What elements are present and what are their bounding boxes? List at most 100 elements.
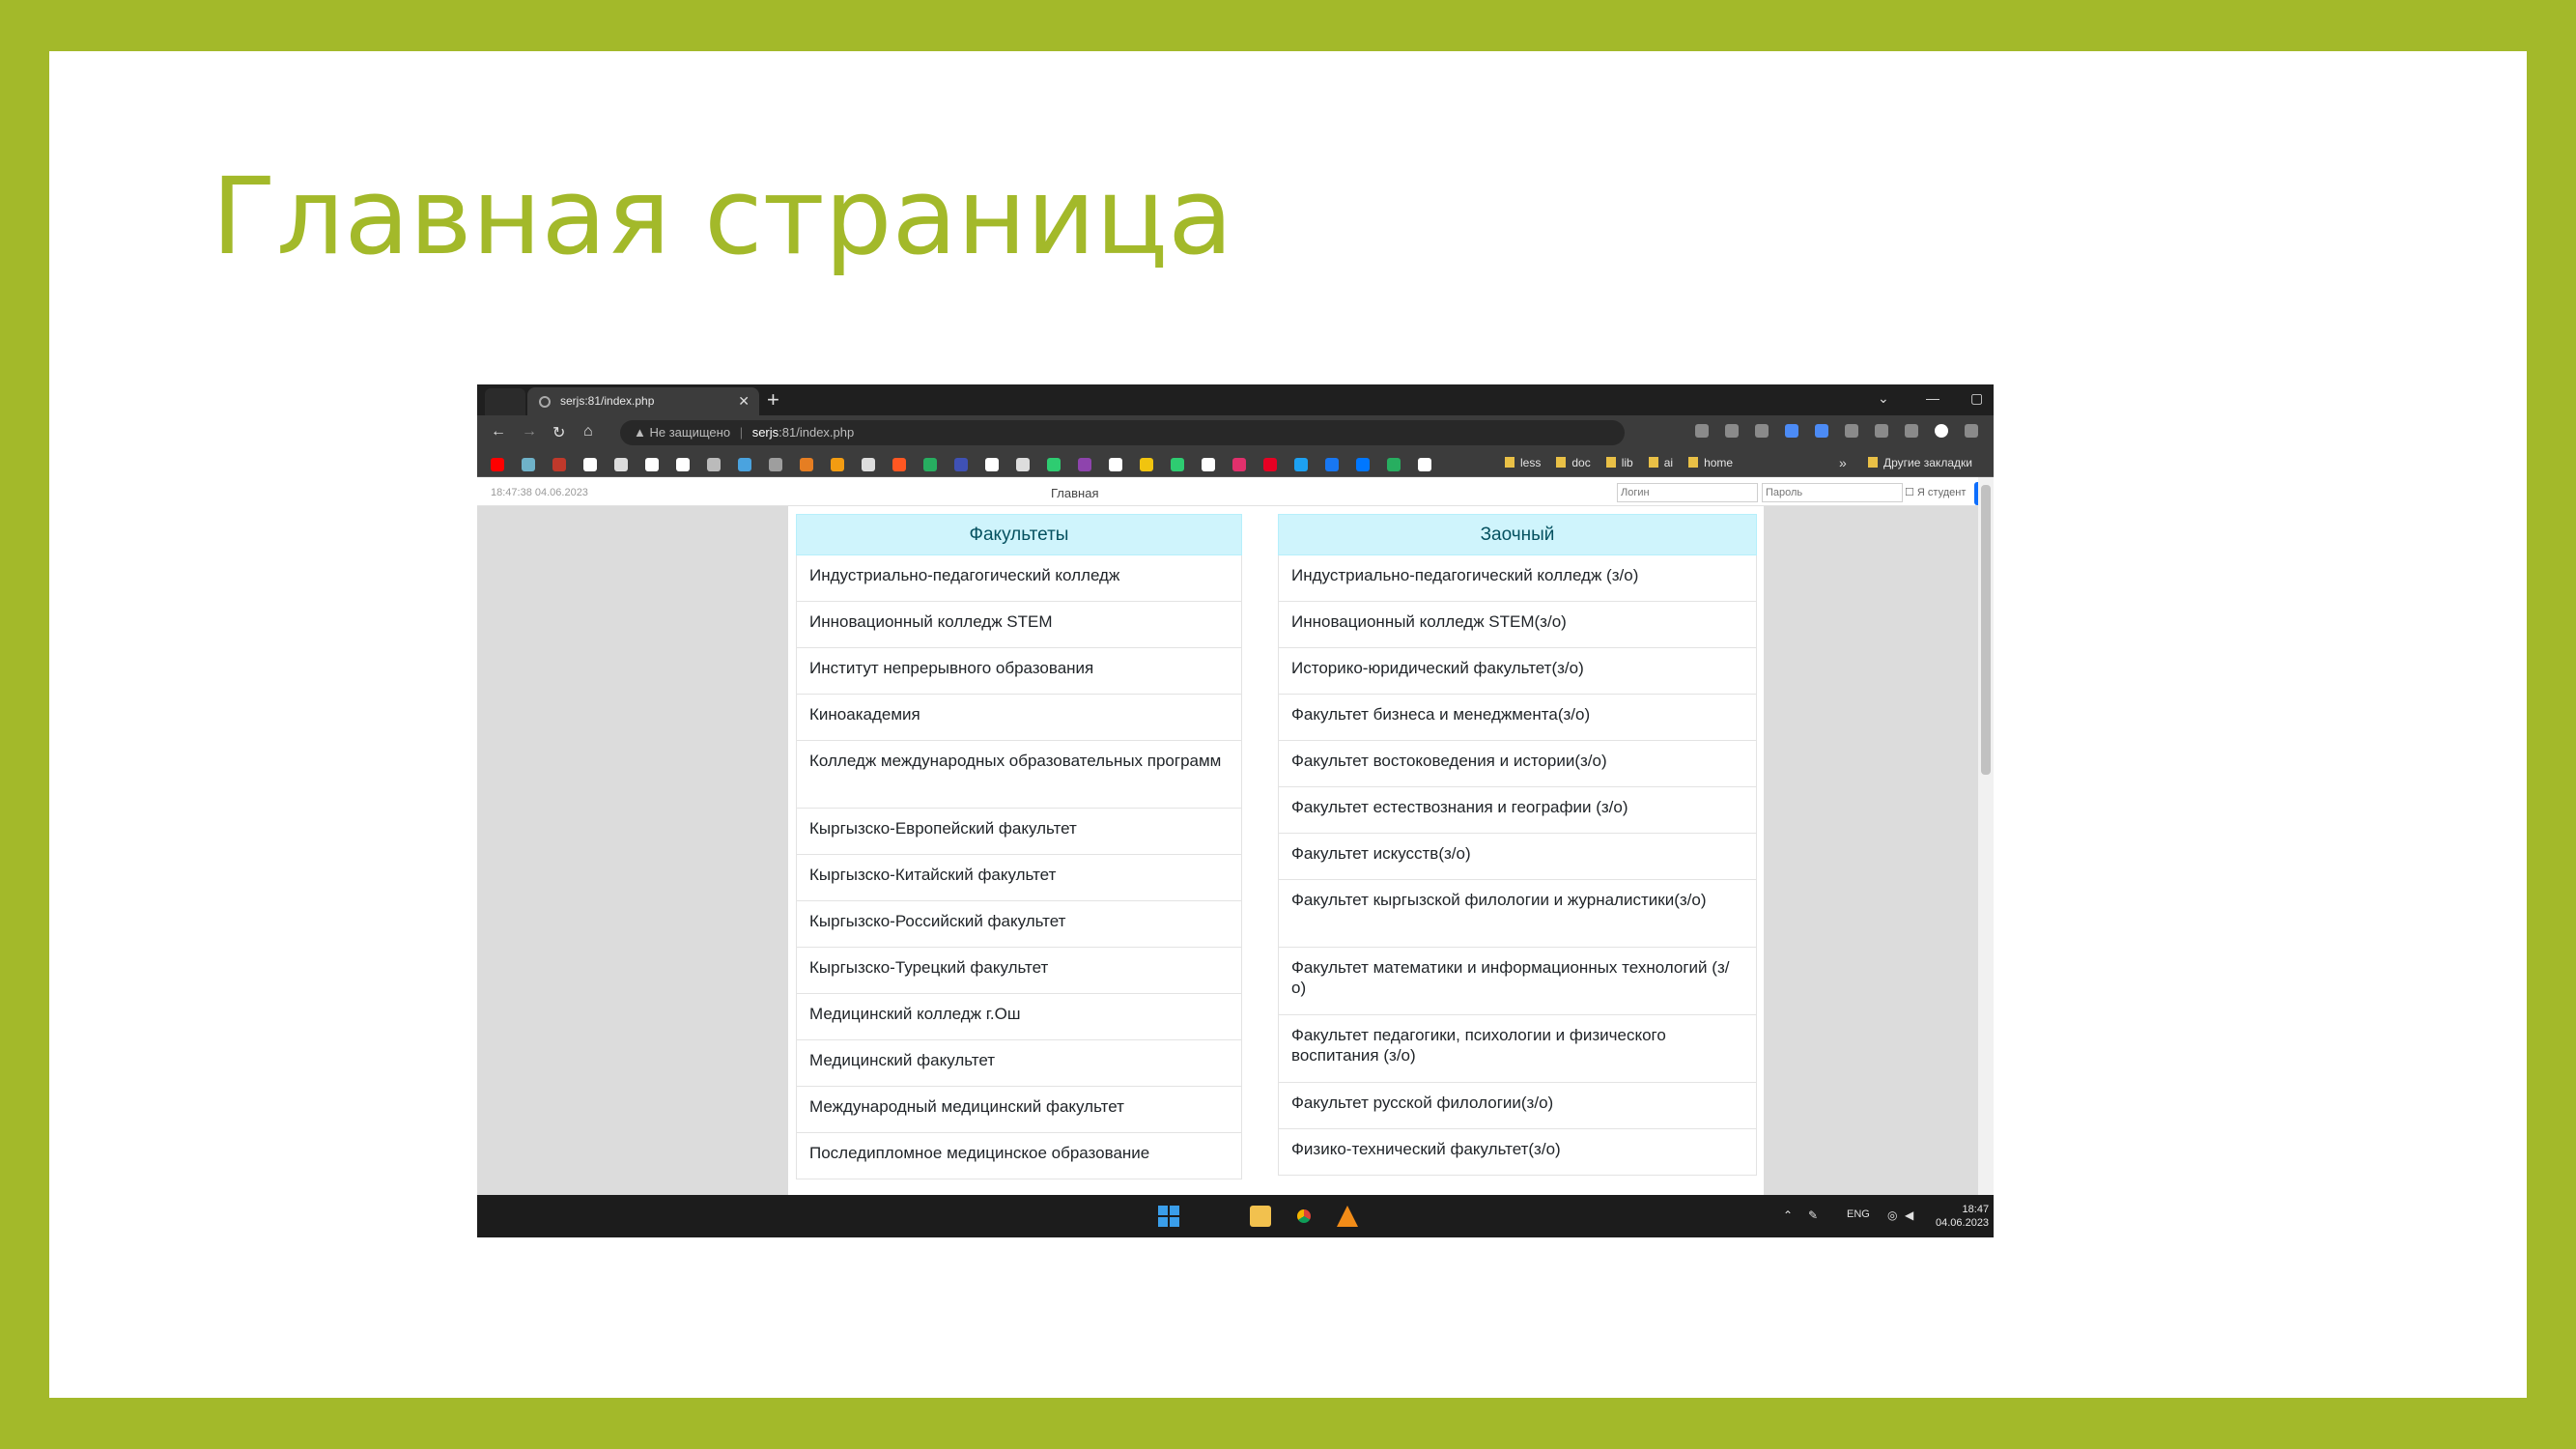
menu-icon[interactable] xyxy=(1965,424,1978,438)
minimize-button[interactable]: — xyxy=(1926,390,1939,406)
bookmark-icon[interactable] xyxy=(800,458,813,471)
bookmark-icon[interactable] xyxy=(923,458,937,471)
bookmark-icon[interactable] xyxy=(1109,458,1122,471)
bookmark-icon[interactable] xyxy=(769,458,782,471)
bookmark-icon[interactable] xyxy=(862,458,875,471)
list-item[interactable]: Медицинский факультет xyxy=(796,1040,1242,1087)
extension-icon[interactable] xyxy=(1815,424,1828,438)
list-item[interactable]: Индустриально-педагогический колледж xyxy=(796,555,1242,602)
list-item[interactable]: Инновационный колледж STEM xyxy=(796,602,1242,648)
password-input[interactable] xyxy=(1762,483,1903,502)
tab-search-button[interactable] xyxy=(485,388,525,415)
list-item[interactable]: Кыргызско-Российский факультет xyxy=(796,901,1242,948)
bookmark-folder[interactable]: less xyxy=(1505,456,1541,469)
avatar[interactable] xyxy=(1935,424,1948,438)
bookmark-icon[interactable] xyxy=(1171,458,1184,471)
maximize-button[interactable]: ▢ xyxy=(1970,390,1983,407)
scrollbar[interactable] xyxy=(1978,477,1994,1195)
bookmark-icon[interactable] xyxy=(831,458,844,471)
list-item[interactable]: Историко-юридический факультет(з/о) xyxy=(1278,648,1757,695)
bookmark-icon[interactable] xyxy=(552,458,566,471)
list-item[interactable]: Киноакадемия xyxy=(796,695,1242,741)
list-item[interactable]: Факультет искусств(з/о) xyxy=(1278,834,1757,880)
bookmark-icon[interactable] xyxy=(645,458,659,471)
page-title[interactable]: Главная xyxy=(1051,486,1098,500)
list-item[interactable]: Факультет педагогики, психологии и физич… xyxy=(1278,1015,1757,1083)
chrome-icon[interactable] xyxy=(1293,1206,1315,1227)
bookmark-icon[interactable] xyxy=(707,458,721,471)
list-item[interactable]: Кыргызско-Турецкий факультет xyxy=(796,948,1242,994)
translate-icon[interactable] xyxy=(1785,424,1798,438)
tab-list-icon[interactable]: ⌄ xyxy=(1878,390,1889,407)
pen-icon[interactable]: ✎ xyxy=(1808,1208,1818,1222)
list-item[interactable]: Факультет бизнеса и менеджмента(з/о) xyxy=(1278,695,1757,741)
facebook-icon[interactable] xyxy=(1325,458,1339,471)
scrollbar-thumb[interactable] xyxy=(1981,485,1991,775)
sync-icon[interactable] xyxy=(1875,424,1888,438)
list-item[interactable]: Факультет естествознания и географии (з/… xyxy=(1278,787,1757,834)
file-explorer-icon[interactable] xyxy=(1250,1206,1271,1227)
new-tab-button[interactable]: + xyxy=(767,387,779,412)
list-item[interactable]: Кыргызско-Европейский факультет xyxy=(796,809,1242,855)
bookmark-icon[interactable] xyxy=(1016,458,1030,471)
browser-tab[interactable]: serjs:81/index.php ✕ xyxy=(527,387,759,415)
sidepanel-icon[interactable] xyxy=(1905,424,1918,438)
bookmark-folder[interactable]: home xyxy=(1688,456,1733,469)
vk-icon[interactable] xyxy=(1356,458,1370,471)
list-item[interactable]: Факультет русской филологии(з/о) xyxy=(1278,1083,1757,1129)
list-item[interactable]: Институт непрерывного образования xyxy=(796,648,1242,695)
forward-icon[interactable]: → xyxy=(522,423,537,440)
instagram-icon[interactable] xyxy=(1232,458,1246,471)
bookmark-icon[interactable] xyxy=(522,458,535,471)
bookmark-icon[interactable] xyxy=(1078,458,1091,471)
address-bar[interactable]: ▲ Не защищено | serjs:81/index.php xyxy=(620,420,1625,445)
puzzle-icon[interactable] xyxy=(1845,424,1858,438)
bookmark-icon[interactable] xyxy=(1047,458,1061,471)
tiktok-icon[interactable] xyxy=(1202,458,1215,471)
list-item[interactable]: Медицинский колледж г.Ош xyxy=(796,994,1242,1040)
pinterest-icon[interactable] xyxy=(1263,458,1277,471)
list-item[interactable]: Индустриально-педагогический колледж (з/… xyxy=(1278,555,1757,602)
more-bookmarks-icon[interactable]: » xyxy=(1839,455,1847,470)
bookmark-folder[interactable]: doc xyxy=(1556,456,1590,469)
login-input[interactable] xyxy=(1617,483,1758,502)
taskbar-clock[interactable]: 18:47 04.06.2023 xyxy=(1936,1203,1989,1230)
bookmark-folder[interactable]: lib xyxy=(1606,456,1633,469)
github-icon[interactable] xyxy=(583,458,597,471)
bookmark-icon[interactable] xyxy=(985,458,999,471)
bookmark-folder[interactable]: ai xyxy=(1649,456,1673,469)
reload-icon[interactable]: ↻ xyxy=(552,423,565,442)
share-icon[interactable] xyxy=(1725,424,1739,438)
list-item[interactable]: Факультет востоковедения и истории(з/о) xyxy=(1278,741,1757,787)
other-bookmarks[interactable]: Другие закладки xyxy=(1868,456,1972,469)
list-item[interactable]: Физико-технический факультет(з/о) xyxy=(1278,1129,1757,1176)
star-icon[interactable] xyxy=(1755,424,1769,438)
list-item[interactable]: Инновационный колледж STEM(з/о) xyxy=(1278,602,1757,648)
bookmark-icon[interactable] xyxy=(1387,458,1401,471)
list-item[interactable]: Факультет кыргызской филологии и журнали… xyxy=(1278,880,1757,948)
bookmark-icon[interactable] xyxy=(954,458,968,471)
bookmark-icon[interactable] xyxy=(614,458,628,471)
bookmark-icon[interactable] xyxy=(1418,458,1431,471)
student-checkbox[interactable]: ☐ Я студент xyxy=(1905,486,1966,498)
windows-start-icon[interactable] xyxy=(1158,1206,1179,1227)
list-item[interactable]: Последипломное медицинское образование xyxy=(796,1133,1242,1179)
dev-icon[interactable] xyxy=(676,458,690,471)
home-icon[interactable]: ⌂ xyxy=(583,423,593,440)
list-item[interactable]: Колледж международных образовательных пр… xyxy=(796,741,1242,809)
zoom-icon[interactable] xyxy=(1695,424,1709,438)
back-icon[interactable]: ← xyxy=(491,423,506,440)
network-icon[interactable]: ◎ xyxy=(1887,1208,1897,1222)
twitter-icon[interactable] xyxy=(1294,458,1308,471)
volume-icon[interactable]: ◀ xyxy=(1905,1208,1913,1222)
list-item[interactable]: Международный медицинский факультет xyxy=(796,1087,1242,1133)
vlc-icon[interactable] xyxy=(1337,1206,1358,1227)
close-tab-icon[interactable]: ✕ xyxy=(738,387,750,415)
list-item[interactable]: Кыргызско-Китайский факультет xyxy=(796,855,1242,901)
bookmark-icon[interactable] xyxy=(1140,458,1153,471)
bookmark-icon[interactable] xyxy=(738,458,751,471)
language-indicator[interactable]: ENG xyxy=(1847,1208,1870,1220)
list-item[interactable]: Факультет математики и информационных те… xyxy=(1278,948,1757,1015)
youtube-icon[interactable] xyxy=(491,458,504,471)
bookmark-icon[interactable] xyxy=(892,458,906,471)
